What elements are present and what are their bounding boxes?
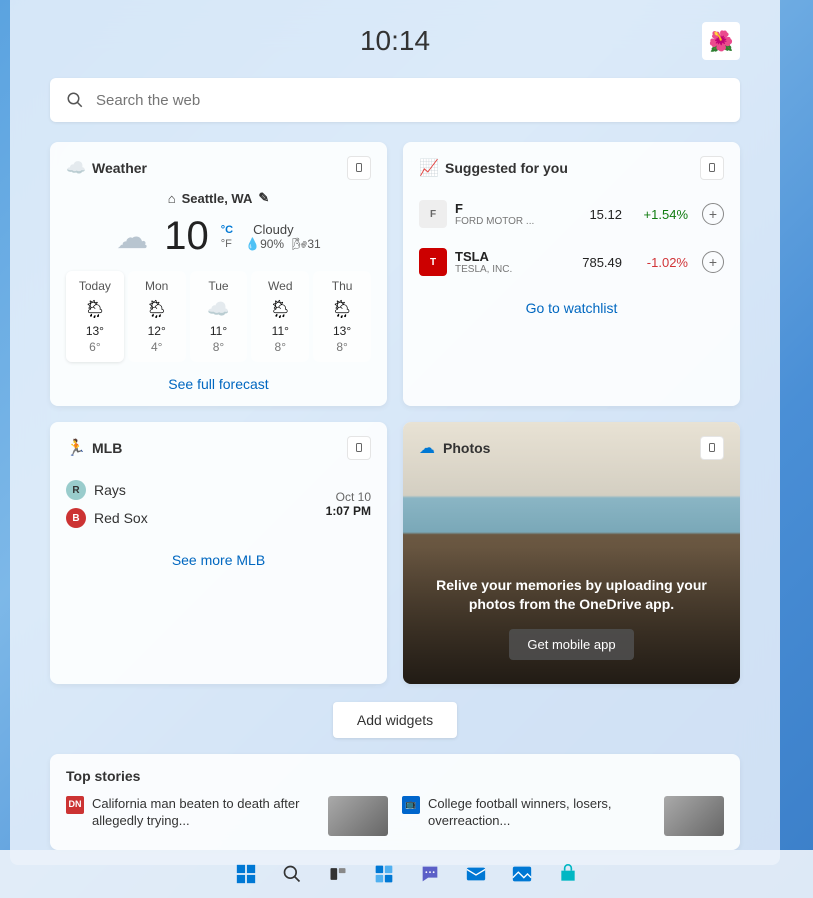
story-item[interactable]: 📺 College football winners, losers, over… (402, 796, 724, 836)
story-headline: California man beaten to death after all… (92, 796, 320, 836)
search-input[interactable] (96, 92, 724, 109)
get-mobile-app-button[interactable]: Get mobile app (509, 629, 633, 660)
pin-button[interactable] (700, 156, 724, 180)
mlb-widget: 🏃 MLB RRays BRed Sox Oct 10 1:07 PM See … (50, 422, 387, 684)
see-more-mlb-link[interactable]: See more MLB (66, 552, 371, 568)
story-thumbnail (328, 796, 388, 836)
edit-icon[interactable]: ✎ (258, 190, 269, 206)
widget-title: Top stories (66, 768, 724, 784)
sports-icon: 🏃 (66, 439, 84, 457)
location-row[interactable]: ⌂ Seattle, WA ✎ (66, 190, 371, 206)
location-text: Seattle, WA (182, 191, 253, 206)
story-source-badge: DN (66, 796, 84, 814)
mail-button[interactable] (456, 854, 496, 894)
story-item[interactable]: DN California man beaten to death after … (66, 796, 388, 836)
forecast-day[interactable]: Today🌦13°6° (66, 271, 124, 362)
home-icon: ⌂ (168, 191, 176, 206)
add-widgets-button[interactable]: Add widgets (333, 702, 457, 738)
photos-message: Relive your memories by uploading your p… (423, 576, 720, 615)
widget-title: Photos (443, 440, 700, 456)
current-temp: 10 (164, 214, 209, 259)
forecast-day[interactable]: Thu🌦13°8° (313, 271, 371, 362)
widget-title: MLB (92, 440, 347, 456)
story-thumbnail (664, 796, 724, 836)
weather-icon: ☁️ (66, 159, 84, 177)
onedrive-icon: ☁ (419, 438, 435, 458)
game-date: Oct 10 (326, 490, 371, 504)
team-logo: B (66, 508, 86, 528)
widget-title: Weather (92, 160, 347, 176)
stock-row[interactable]: F FFORD MOTOR ... 15.12 +1.54% + (419, 190, 724, 238)
add-stock-button[interactable]: + (702, 203, 724, 225)
forecast-row: Today🌦13°6° Mon🌦12°4° Tue☁️11°8° Wed🌦11°… (66, 271, 371, 362)
stocks-icon: 📈 (419, 159, 437, 177)
condition-text: Cloudy (253, 222, 321, 237)
search-bar[interactable] (50, 78, 740, 122)
pin-button[interactable] (700, 436, 724, 460)
store-button[interactable] (548, 854, 588, 894)
widgets-panel: 10:14 🌺 ☁️ Weather ⌂ Seattle, WA ✎ 10 °C (10, 0, 780, 865)
story-headline: College football winners, losers, overre… (428, 796, 656, 836)
stock-logo: T (419, 248, 447, 276)
cloud-icon (116, 218, 152, 256)
user-avatar[interactable]: 🌺 (702, 22, 740, 60)
game-time: 1:07 PM (326, 504, 371, 518)
task-view-button[interactable] (318, 854, 358, 894)
stock-logo: F (419, 200, 447, 228)
see-full-forecast-link[interactable]: See full forecast (66, 376, 371, 392)
widgets-button[interactable] (364, 854, 404, 894)
clock: 10:14 (360, 25, 430, 57)
team-logo: R (66, 480, 86, 500)
pin-button[interactable] (347, 436, 371, 460)
top-stories-widget: Top stories DN California man beaten to … (50, 754, 740, 850)
photos-app-button[interactable] (502, 854, 542, 894)
add-stock-button[interactable]: + (702, 251, 724, 273)
taskbar-search-button[interactable] (272, 854, 312, 894)
search-icon (66, 91, 84, 109)
forecast-day[interactable]: Mon🌦12°4° (128, 271, 186, 362)
pin-button[interactable] (347, 156, 371, 180)
forecast-day[interactable]: Wed🌦11°8° (251, 271, 309, 362)
stock-row[interactable]: T TSLATESLA, INC. 785.49 -1.02% + (419, 238, 724, 286)
photos-widget: ☁ Photos Relive your memories by uploadi… (403, 422, 740, 684)
go-to-watchlist-link[interactable]: Go to watchlist (419, 300, 724, 316)
start-button[interactable] (226, 854, 266, 894)
widget-title: Suggested for you (445, 160, 700, 176)
panel-header: 10:14 🌺 (50, 16, 740, 66)
stocks-widget: 📈 Suggested for you F FFORD MOTOR ... 15… (403, 142, 740, 406)
mlb-game[interactable]: RRays BRed Sox Oct 10 1:07 PM (66, 470, 371, 538)
weather-widget: ☁️ Weather ⌂ Seattle, WA ✎ 10 °C °F Clou… (50, 142, 387, 406)
taskbar (0, 850, 813, 898)
chat-button[interactable] (410, 854, 450, 894)
weather-stats: 💧90% 🌬31 (245, 237, 321, 251)
unit-toggle[interactable]: °C °F (221, 224, 233, 250)
forecast-day[interactable]: Tue☁️11°8° (190, 271, 248, 362)
story-source-badge: 📺 (402, 796, 420, 814)
